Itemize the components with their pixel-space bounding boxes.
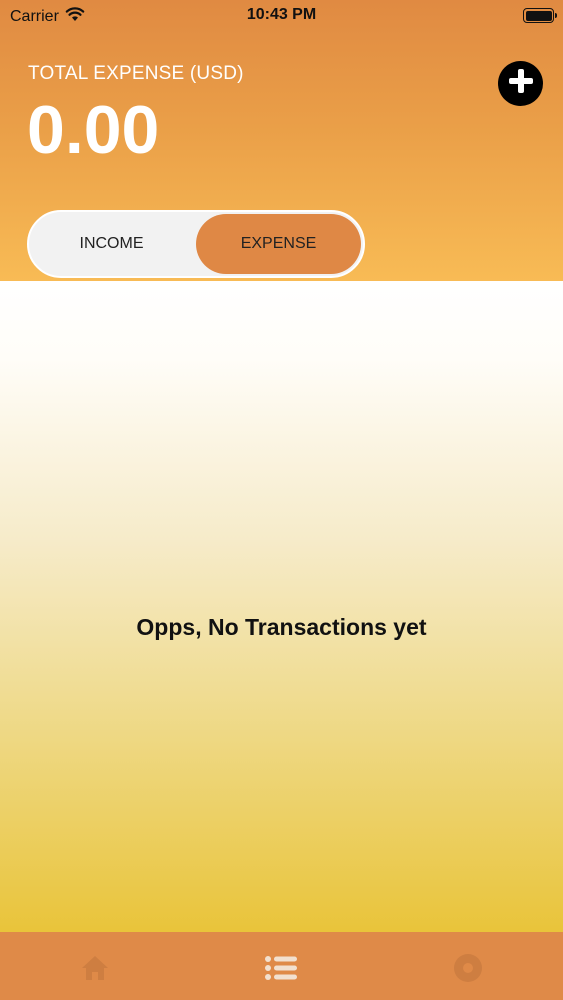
income-tab[interactable]: INCOME <box>29 212 194 276</box>
total-expense-value: 0.00 <box>27 92 160 168</box>
expense-tab[interactable]: EXPENSE <box>196 214 361 274</box>
transactions-area: Opps, No Transactions yet <box>0 281 563 932</box>
empty-state-message: Opps, No Transactions yet <box>136 614 427 640</box>
tab-bar <box>0 932 563 1000</box>
income-expense-toggle: INCOME EXPENSE <box>27 210 365 278</box>
status-time: 10:43 PM <box>246 6 317 23</box>
add-transaction-button[interactable] <box>498 61 543 106</box>
battery-level <box>525 10 552 21</box>
battery-icon <box>523 8 557 23</box>
home-icon[interactable] <box>78 951 112 985</box>
list-icon[interactable] <box>264 951 298 985</box>
header: Carrier 10:43 PM TOTAL EXPENSE (USD) 0.0… <box>0 0 563 281</box>
status-bar: Carrier 10:43 PM <box>0 0 563 32</box>
total-expense-label: TOTAL EXPENSE (USD) <box>28 63 244 84</box>
plus-circle-icon <box>507 67 535 100</box>
settings-icon[interactable] <box>451 951 485 985</box>
